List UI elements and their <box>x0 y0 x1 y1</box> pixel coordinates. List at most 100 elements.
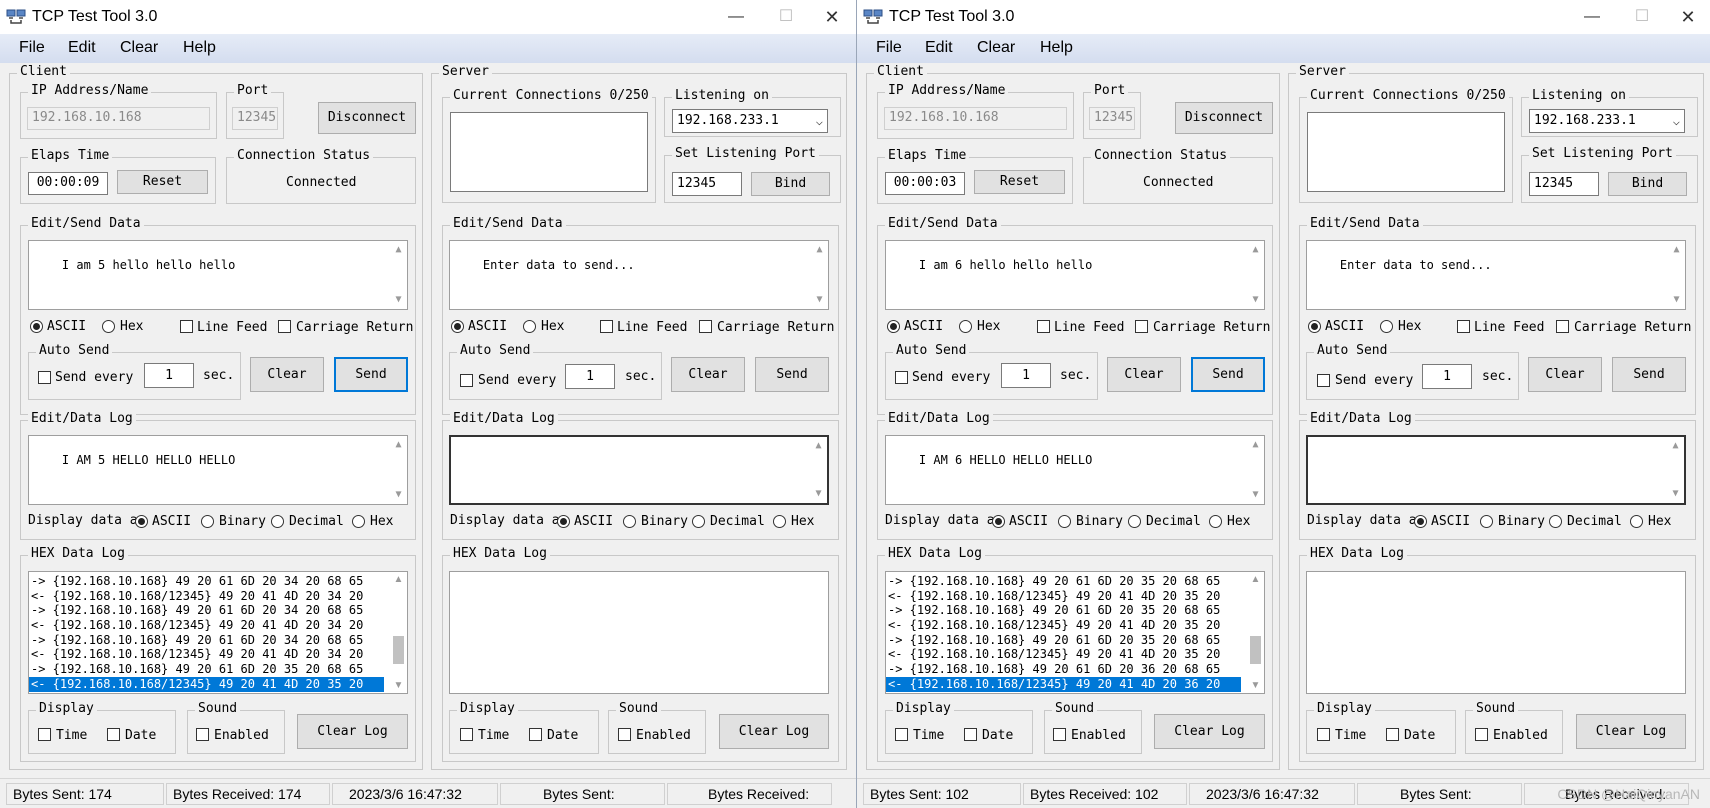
scrollbar-thumb[interactable] <box>1250 636 1261 664</box>
client-date-checkbox[interactable] <box>107 728 120 741</box>
server-display-hex-radio[interactable] <box>773 515 786 528</box>
disconnect-button[interactable]: Disconnect <box>318 102 416 134</box>
server-log-scrollbar[interactable]: ▲ ▼ <box>810 437 827 503</box>
menu-help[interactable]: Help <box>1040 39 1073 57</box>
client-hex-log[interactable]: -> {192.168.10.168} 49 20 61 6D 20 34 20… <box>28 571 408 694</box>
client-hex-scrollbar[interactable]: ▲ ▼ <box>390 572 407 693</box>
scroll-up-icon[interactable]: ▲ <box>390 574 407 585</box>
client-send-every-checkbox[interactable] <box>895 371 908 384</box>
minimize-icon[interactable]: — <box>1572 4 1612 30</box>
client-display-hex-radio[interactable] <box>1209 515 1222 528</box>
close-icon[interactable]: ✕ <box>1668 4 1708 30</box>
server-hex-log[interactable] <box>1306 571 1686 694</box>
client-clear-button[interactable]: Clear <box>250 357 324 392</box>
client-line-feed-checkbox[interactable] <box>1037 320 1050 333</box>
client-time-checkbox[interactable] <box>38 728 51 741</box>
scroll-down-icon[interactable]: ▼ <box>390 293 407 307</box>
server-hex-radio[interactable] <box>523 320 536 333</box>
client-send-scrollbar[interactable]: ▲ ▼ <box>1247 241 1264 309</box>
bind-button[interactable]: Bind <box>1608 172 1687 196</box>
maximize-icon[interactable]: ☐ <box>766 4 806 30</box>
menu-help[interactable]: Help <box>183 39 216 57</box>
server-ascii-radio[interactable] <box>1308 320 1321 333</box>
minimize-icon[interactable]: — <box>716 4 756 30</box>
client-ascii-radio[interactable] <box>30 320 43 333</box>
server-hex-radio[interactable] <box>1380 320 1393 333</box>
client-display-decimal-radio[interactable] <box>271 515 284 528</box>
client-display-ascii-radio[interactable] <box>992 515 1005 528</box>
server-send-textarea[interactable]: Enter data to send... ▲ ▼ <box>1306 240 1686 310</box>
hex-log-line[interactable]: -> {192.168.10.168} 49 20 61 6D 20 36 20… <box>886 662 1241 677</box>
maximize-icon[interactable]: ☐ <box>1622 4 1662 30</box>
scroll-down-icon[interactable]: ▼ <box>1668 293 1685 307</box>
server-sound-enabled-checkbox[interactable] <box>618 728 631 741</box>
hex-log-line[interactable]: <- {192.168.10.168/12345} 49 20 41 4D 20… <box>886 618 1241 633</box>
server-send-button[interactable]: Send <box>1612 357 1686 392</box>
close-icon[interactable]: ✕ <box>812 4 852 30</box>
connections-list[interactable] <box>450 112 648 192</box>
server-send-textarea[interactable]: Enter data to send... ▲ ▼ <box>449 240 829 310</box>
client-send-textarea[interactable]: I am 6 hello hello hello ▲ ▼ <box>885 240 1265 310</box>
scroll-down-icon[interactable]: ▼ <box>390 680 407 691</box>
server-carriage-return-checkbox[interactable] <box>1556 320 1569 333</box>
server-display-decimal-radio[interactable] <box>1549 515 1562 528</box>
port-field[interactable]: 12345 <box>1089 107 1135 130</box>
listening-on-select[interactable]: 192.168.233.1 ⌵ <box>1529 109 1685 133</box>
server-clear-button[interactable]: Clear <box>1528 357 1602 392</box>
scroll-down-icon[interactable]: ▼ <box>1667 487 1684 501</box>
hex-log-line[interactable]: <- {192.168.10.168/12345} 49 20 41 4D 20… <box>29 618 384 633</box>
scroll-up-icon[interactable]: ▲ <box>1247 438 1264 452</box>
client-log-scrollbar[interactable]: ▲ ▼ <box>1247 436 1264 504</box>
ip-address-field[interactable]: 192.168.10.168 <box>27 107 210 130</box>
client-display-decimal-radio[interactable] <box>1128 515 1141 528</box>
title-bar[interactable]: TCP Test Tool 3.0 — ☐ ✕ <box>857 0 1710 34</box>
client-display-binary-radio[interactable] <box>201 515 214 528</box>
hex-log-line[interactable]: -> {192.168.10.168} 49 20 61 6D 20 35 20… <box>886 603 1241 618</box>
client-hex-radio[interactable] <box>102 320 115 333</box>
hex-log-line-selected[interactable]: <- {192.168.10.168/12345} 49 20 41 4D 20… <box>29 676 384 692</box>
client-hex-log[interactable]: -> {192.168.10.168} 49 20 61 6D 20 35 20… <box>885 571 1265 694</box>
hex-log-line[interactable]: <- {192.168.10.168/12345} 49 20 41 4D 20… <box>29 647 384 662</box>
server-clear-log-button[interactable]: Clear Log <box>719 714 829 749</box>
menu-file[interactable]: File <box>19 39 45 57</box>
client-display-binary-radio[interactable] <box>1058 515 1071 528</box>
server-send-every-checkbox[interactable] <box>460 374 473 387</box>
reset-button[interactable]: Reset <box>117 170 208 194</box>
client-carriage-return-checkbox[interactable] <box>278 320 291 333</box>
scroll-up-icon[interactable]: ▲ <box>1668 243 1685 257</box>
server-log-scrollbar[interactable]: ▲ ▼ <box>1667 437 1684 503</box>
server-interval-field[interactable]: 1 <box>1422 364 1472 389</box>
menu-clear[interactable]: Clear <box>120 39 158 57</box>
client-time-checkbox[interactable] <box>895 728 908 741</box>
scroll-down-icon[interactable]: ▼ <box>390 488 407 502</box>
client-carriage-return-checkbox[interactable] <box>1135 320 1148 333</box>
server-hex-log[interactable] <box>449 571 829 694</box>
server-display-binary-radio[interactable] <box>623 515 636 528</box>
hex-log-line[interactable]: -> {192.168.10.168} 49 20 61 6D 20 35 20… <box>886 633 1241 648</box>
reset-button[interactable]: Reset <box>974 170 1065 194</box>
hex-log-line[interactable]: -> {192.168.10.168} 49 20 61 6D 20 35 20… <box>886 574 1241 589</box>
scroll-up-icon[interactable]: ▲ <box>1667 439 1684 453</box>
client-interval-field[interactable]: 1 <box>144 363 194 388</box>
scroll-up-icon[interactable]: ▲ <box>810 439 827 453</box>
server-data-log-textarea[interactable]: ▲ ▼ <box>1306 435 1686 505</box>
server-display-ascii-radio[interactable] <box>557 515 570 528</box>
client-data-log-textarea[interactable]: I AM 5 HELLO HELLO HELLO ▲ ▼ <box>28 435 408 505</box>
hex-log-line[interactable]: <- {192.168.10.168/12345} 49 20 41 4D 20… <box>886 589 1241 604</box>
server-interval-field[interactable]: 1 <box>565 364 615 389</box>
client-line-feed-checkbox[interactable] <box>180 320 193 333</box>
client-display-hex-radio[interactable] <box>352 515 365 528</box>
scroll-up-icon[interactable]: ▲ <box>1247 574 1264 585</box>
client-date-checkbox[interactable] <box>964 728 977 741</box>
server-send-scrollbar[interactable]: ▲ ▼ <box>811 241 828 309</box>
client-sound-enabled-checkbox[interactable] <box>196 728 209 741</box>
server-date-checkbox[interactable] <box>529 728 542 741</box>
client-sound-enabled-checkbox[interactable] <box>1053 728 1066 741</box>
listening-on-select[interactable]: 192.168.233.1 ⌵ <box>672 109 828 133</box>
hex-log-line[interactable]: -> {192.168.10.168} 49 20 61 6D 20 34 20… <box>29 603 384 618</box>
client-send-scrollbar[interactable]: ▲ ▼ <box>390 241 407 309</box>
scroll-up-icon[interactable]: ▲ <box>390 243 407 257</box>
hex-log-line-selected[interactable]: <- {192.168.10.168/12345} 49 20 41 4D 20… <box>886 676 1241 692</box>
connections-list[interactable] <box>1307 112 1505 192</box>
hex-log-line[interactable]: -> {192.168.10.168} 49 20 61 6D 20 34 20… <box>29 633 384 648</box>
